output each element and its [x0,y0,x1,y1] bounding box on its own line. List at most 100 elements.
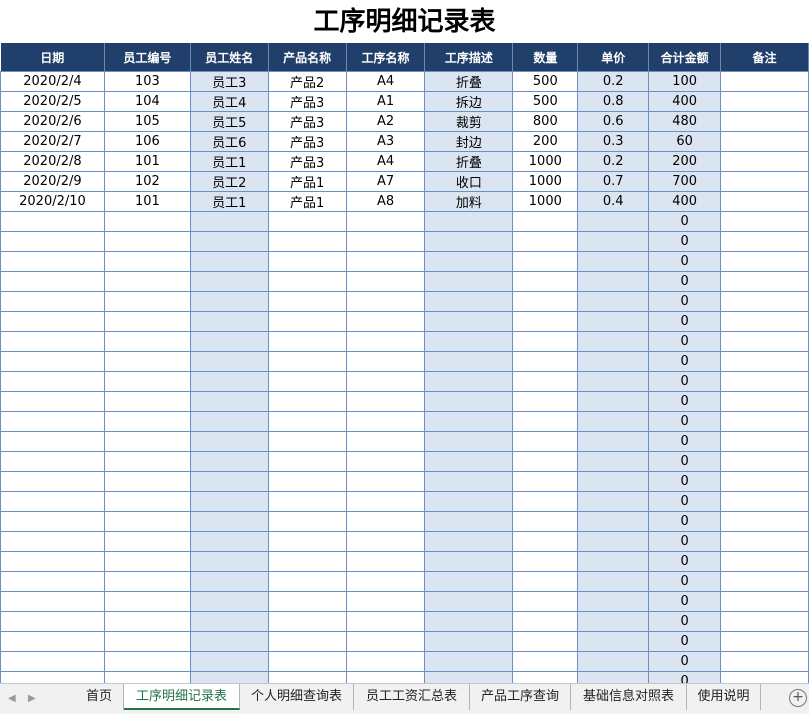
cell-unit-price[interactable] [577,211,650,232]
cell-product-name[interactable]: 产品3 [267,91,347,112]
cell-total-amount[interactable]: 0 [648,491,722,512]
cell-product-name[interactable]: 产品1 [267,191,347,212]
cell-quantity[interactable] [512,391,579,412]
cell-process-name[interactable]: A8 [345,191,426,212]
cell-employee-id[interactable] [103,471,191,492]
cell-remark[interactable] [720,571,809,592]
cell-remark[interactable] [720,151,809,172]
cell-total-amount[interactable]: 0 [648,571,722,592]
cell-date[interactable] [0,311,105,332]
cell-date[interactable] [0,671,105,683]
cell-remark[interactable] [720,131,809,152]
cell-process-name[interactable]: A1 [345,91,426,112]
cell-total-amount[interactable]: 0 [648,651,722,672]
cell-date[interactable] [0,511,105,532]
cell-quantity[interactable] [512,371,579,392]
cell-date[interactable] [0,451,105,472]
cell-process-desc[interactable] [424,511,514,532]
cell-total-amount[interactable]: 200 [648,151,722,172]
sheet-tab[interactable]: 产品工序查询 [470,684,571,710]
sheet-tab[interactable]: 基础信息对照表 [571,684,687,710]
cell-employee-id[interactable] [103,491,191,512]
cell-product-name[interactable] [267,631,347,652]
cell-process-desc[interactable] [424,331,514,352]
cell-date[interactable] [0,331,105,352]
cell-employee-name[interactable] [189,571,269,592]
column-header-process-desc[interactable]: 工序描述 [424,43,514,72]
cell-date[interactable] [0,251,105,272]
cell-quantity[interactable] [512,471,579,492]
cell-unit-price[interactable] [577,271,650,292]
cell-process-name[interactable] [345,251,426,272]
cell-process-name[interactable] [345,371,426,392]
cell-quantity[interactable] [512,351,579,372]
cell-date[interactable] [0,231,105,252]
cell-date[interactable] [0,271,105,292]
cell-unit-price[interactable] [577,331,650,352]
cell-total-amount[interactable]: 0 [648,411,722,432]
cell-product-name[interactable] [267,451,347,472]
cell-quantity[interactable] [512,311,579,332]
cell-product-name[interactable] [267,251,347,272]
cell-unit-price[interactable] [577,571,650,592]
cell-process-name[interactable] [345,611,426,632]
cell-employee-id[interactable] [103,211,191,232]
cell-process-name[interactable] [345,311,426,332]
cell-product-name[interactable]: 产品3 [267,151,347,172]
sheet-tab[interactable]: 员工工资汇总表 [354,684,470,710]
cell-process-desc[interactable] [424,591,514,612]
column-header-employee-id[interactable]: 员工编号 [104,43,191,72]
cell-date[interactable]: 2020/2/7 [0,131,105,152]
cell-employee-name[interactable] [189,531,269,552]
cell-employee-name[interactable]: 员工1 [189,191,269,212]
cell-process-desc[interactable]: 拆边 [424,91,514,112]
cell-employee-id[interactable] [103,371,191,392]
cell-quantity[interactable] [512,331,579,352]
cell-process-name[interactable]: A2 [345,111,426,132]
cell-remark[interactable] [720,451,809,472]
cell-process-desc[interactable] [424,431,514,452]
cell-employee-id[interactable] [103,351,191,372]
cell-date[interactable]: 2020/2/5 [0,91,105,112]
cell-product-name[interactable] [267,351,347,372]
cell-employee-name[interactable] [189,631,269,652]
cell-remark[interactable] [720,551,809,572]
cell-total-amount[interactable]: 0 [648,531,722,552]
cell-employee-id[interactable]: 106 [103,131,191,152]
cell-remark[interactable] [720,391,809,412]
cell-date[interactable]: 2020/2/9 [0,171,105,192]
cell-process-desc[interactable]: 折叠 [424,71,514,92]
cell-quantity[interactable] [512,571,579,592]
cell-quantity[interactable] [512,211,579,232]
cell-quantity[interactable]: 500 [512,71,579,92]
scroll-left-icon[interactable]: ◀ [8,693,16,704]
spreadsheet-grid[interactable]: 日期 员工编号 员工姓名 产品名称 工序名称 工序描述 数量 单价 合计金额 备注 2020/2/… [0,43,809,683]
cell-employee-id[interactable] [103,651,191,672]
cell-process-desc[interactable] [424,251,514,272]
cell-process-name[interactable] [345,271,426,292]
cell-remark[interactable] [720,371,809,392]
cell-process-desc[interactable] [424,371,514,392]
cell-product-name[interactable] [267,391,347,412]
cell-employee-id[interactable] [103,231,191,252]
cell-remark[interactable] [720,631,809,652]
cell-unit-price[interactable] [577,291,650,312]
cell-process-name[interactable]: A7 [345,171,426,192]
cell-process-name[interactable] [345,291,426,312]
cell-process-desc[interactable]: 封边 [424,131,514,152]
cell-product-name[interactable] [267,491,347,512]
column-header-product-name[interactable]: 产品名称 [268,43,347,72]
cell-remark[interactable] [720,591,809,612]
cell-unit-price[interactable] [577,231,650,252]
cell-employee-name[interactable] [189,591,269,612]
cell-remark[interactable] [720,431,809,452]
cell-employee-name[interactable] [189,611,269,632]
sheet-tab[interactable]: 工序明细记录表 [124,684,240,710]
cell-employee-id[interactable] [103,511,191,532]
cell-remark[interactable] [720,351,809,372]
cell-product-name[interactable] [267,291,347,312]
cell-remark[interactable] [720,191,809,212]
cell-total-amount[interactable]: 400 [648,191,722,212]
cell-employee-id[interactable]: 103 [103,71,191,92]
cell-employee-id[interactable] [103,671,191,683]
